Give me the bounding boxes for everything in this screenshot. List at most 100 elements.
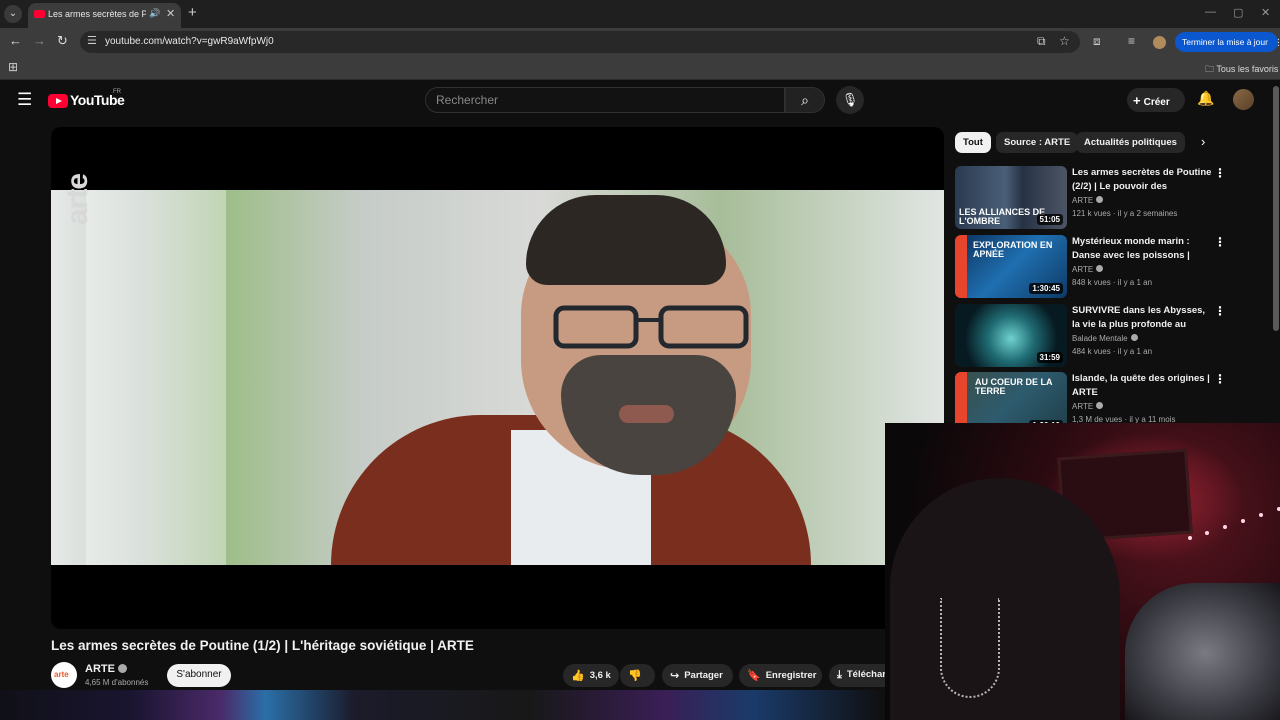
apps-icon[interactable]: ⊞ [8, 60, 18, 74]
recommendation-meta: 848 k vues · il y a 1 an [1072, 278, 1153, 287]
filter-chip-source-arte[interactable]: Source : ARTE [996, 132, 1079, 153]
recommendation-channel[interactable]: ARTE [1072, 196, 1104, 205]
address-bar[interactable]: ☰ youtube.com/watch?v=gwR9aWfpWj0 ⧉ ☆ [80, 31, 1080, 53]
webcam-overlay [885, 423, 1280, 720]
verified-icon [1096, 402, 1104, 409]
recommendation-title[interactable]: Islande, la quête des origines | ARTE [1072, 372, 1212, 399]
url-text: youtube.com/watch?v=gwR9aWfpWj0 [105, 36, 274, 47]
video-frame [51, 190, 944, 565]
extensions-icon[interactable]: ⧈ [1093, 34, 1101, 49]
speaker-mouth [619, 405, 674, 423]
search-button[interactable]: ⌕ [785, 87, 825, 113]
star-icon[interactable]: ☆ [1059, 34, 1070, 48]
duration-badge: 51:05 [1036, 214, 1063, 225]
like-button[interactable]: 👍 3,6 k [563, 664, 619, 687]
download-button[interactable]: ⤓ Télécharger [829, 664, 885, 687]
recommendation-item[interactable]: EXPLORATION EN APNÉE 1:30:45 Mystérieux … [955, 235, 1273, 298]
subscriber-count: 4,65 M d'abonnés [85, 678, 149, 687]
audio-icon[interactable]: 🔊 [149, 8, 160, 19]
site-settings-icon[interactable]: ☰ [87, 34, 97, 47]
channel-label: Balade Mentale [1072, 334, 1128, 343]
recommendation-meta: 121 k vues · il y a 2 semaines [1072, 209, 1178, 218]
menu-dots-icon[interactable]: ⋮ [1274, 37, 1280, 47]
plus-icon[interactable]: + [188, 4, 197, 21]
browser-toolbar: ← → ↻ ☰ youtube.com/watch?v=gwR9aWfpWj0 … [0, 28, 1280, 56]
share-icon: ↪ [670, 670, 680, 682]
recommendation-title[interactable]: Les armes secrètes de Poutine (2/2) | Le… [1072, 166, 1212, 193]
tab-title: Les armes secrètes de Poutine (1/2) | L'… [48, 9, 146, 19]
more-options-icon[interactable]: ⋮ [1214, 372, 1226, 386]
browser-tab[interactable]: Les armes secrètes de Poutine (1/2) | L'… [28, 3, 181, 28]
dislike-button[interactable]: 👎 [620, 664, 655, 687]
recommendation-channel[interactable]: ARTE [1072, 402, 1104, 411]
channel-label: ARTE [1072, 402, 1094, 411]
more-options-icon[interactable]: ⋮ [1214, 166, 1226, 180]
speaker-hair [526, 195, 726, 285]
recommendation-channel[interactable]: ARTE [1072, 265, 1104, 274]
string-lights [1188, 507, 1280, 540]
maximize-icon[interactable]: ▢ [1233, 6, 1243, 19]
streamer-chain [940, 598, 1000, 698]
reading-list-icon[interactable]: ≡ [1128, 34, 1135, 48]
share-button[interactable]: ↪ Partager [662, 664, 733, 687]
video-thumbnail[interactable]: EXPLORATION EN APNÉE 1:30:45 [955, 235, 1067, 298]
duration-badge: 31:59 [1036, 352, 1063, 363]
recommendation-item[interactable]: 31:59 SURVIVRE dans les Abysses, la vie … [955, 304, 1273, 367]
country-code: FR [113, 89, 121, 95]
subscribe-button[interactable]: S'abonner [167, 664, 231, 687]
filter-chip-politics[interactable]: Actualités politiques [1076, 132, 1185, 153]
channel-avatar[interactable]: arte [51, 662, 77, 688]
reload-icon[interactable]: ↻ [57, 33, 68, 49]
all-bookmarks[interactable]: 🗀 Tous les favoris [1205, 62, 1278, 78]
back-icon[interactable]: ← [9, 33, 22, 48]
install-icon[interactable]: ⧉ [1037, 34, 1046, 49]
update-button[interactable]: Terminer la mise à jour ⋮ [1175, 32, 1280, 52]
save-label: Enregistrer [765, 670, 817, 681]
video-title: Les armes secrètes de Poutine (1/2) | L'… [51, 638, 474, 653]
more-options-icon[interactable]: ⋮ [1214, 304, 1226, 318]
chevron-right-icon[interactable]: › [1201, 134, 1205, 149]
verified-icon [1096, 196, 1104, 203]
bell-icon[interactable]: 🔔 [1197, 90, 1214, 107]
download-label: Télécharger [846, 669, 885, 680]
recommendation-item[interactable]: LES ALLIANCES DE L'OMBRE 51:05 Les armes… [955, 166, 1273, 229]
download-icon: ⤓ [837, 669, 842, 681]
recommendation-channel[interactable]: Balade Mentale [1072, 334, 1138, 343]
search-input[interactable] [436, 93, 766, 107]
channel-label: ARTE [1072, 196, 1094, 205]
forward-icon[interactable]: → [33, 33, 46, 48]
bookmarks-bar: ⊞ 🗀 Tous les favoris [0, 56, 1280, 80]
share-label: Partager [684, 670, 723, 681]
filter-chip-all[interactable]: Tout [955, 132, 991, 153]
recommendation-title[interactable]: Mystérieux monde marin : Danse avec les … [1072, 235, 1212, 262]
more-options-icon[interactable]: ⋮ [1214, 235, 1226, 249]
bed-pillow [1125, 583, 1280, 720]
description-banner [0, 690, 885, 720]
channel-name[interactable]: ARTE [85, 663, 127, 675]
video-thumbnail[interactable]: LES ALLIANCES DE L'OMBRE 51:05 [955, 166, 1067, 229]
save-button[interactable]: 🔖 Enregistrer [739, 664, 822, 687]
update-button-label: Terminer la mise à jour [1182, 37, 1268, 47]
page-scrollbar[interactable] [1273, 86, 1279, 331]
avatar[interactable] [1233, 89, 1254, 110]
search-icon: ⌕ [801, 92, 809, 108]
minimize-icon[interactable]: — [1205, 6, 1216, 18]
thumbnail-text: AU COEUR DE LA TERRE [975, 377, 1053, 396]
hamburger-icon[interactable]: ☰ [17, 90, 32, 110]
video-player[interactable]: arte [51, 127, 944, 629]
verified-icon [1096, 265, 1104, 272]
profile-avatar[interactable] [1153, 36, 1166, 49]
tab-list-icon[interactable]: ⌄ [4, 5, 22, 23]
recommendation-title[interactable]: SURVIVRE dans les Abysses, la vie la plu… [1072, 304, 1212, 331]
create-label: Créer [1143, 97, 1170, 108]
video-thumbnail[interactable]: 31:59 [955, 304, 1067, 367]
create-button[interactable]: + Créer [1127, 88, 1185, 112]
bookmark-icon: 🔖 [747, 670, 761, 682]
folder-icon: 🗀 [1205, 64, 1215, 74]
channel-avatar-text: arte [54, 670, 69, 679]
voice-search-button[interactable]: 🎙 [836, 86, 864, 114]
all-bookmarks-label: Tous les favoris [1216, 64, 1279, 74]
close-icon[interactable]: ✕ [166, 7, 175, 20]
window-close-icon[interactable]: ✕ [1261, 6, 1270, 19]
youtube-logo-icon[interactable] [48, 94, 68, 108]
